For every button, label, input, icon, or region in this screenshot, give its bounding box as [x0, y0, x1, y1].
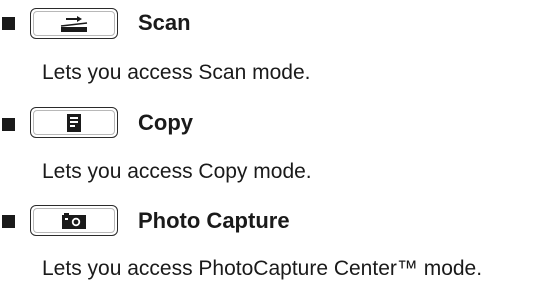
item-title: Copy — [138, 110, 193, 135]
item-title: Photo Capture — [138, 208, 290, 233]
photo-capture-button[interactable] — [30, 205, 118, 236]
bullet — [2, 215, 15, 228]
copy-icon — [67, 113, 81, 132]
bullet — [2, 118, 15, 131]
item-title: Scan — [138, 10, 191, 35]
item-description: Lets you access Copy mode. — [42, 160, 312, 183]
copy-button[interactable] — [30, 107, 118, 138]
item-description: Lets you access PhotoCapture Center™ mod… — [42, 257, 483, 280]
camera-icon — [62, 212, 86, 229]
item-description: Lets you access Scan mode. — [42, 61, 311, 84]
scan-button[interactable] — [30, 8, 118, 39]
bullet — [2, 17, 15, 30]
scan-icon — [60, 15, 88, 32]
